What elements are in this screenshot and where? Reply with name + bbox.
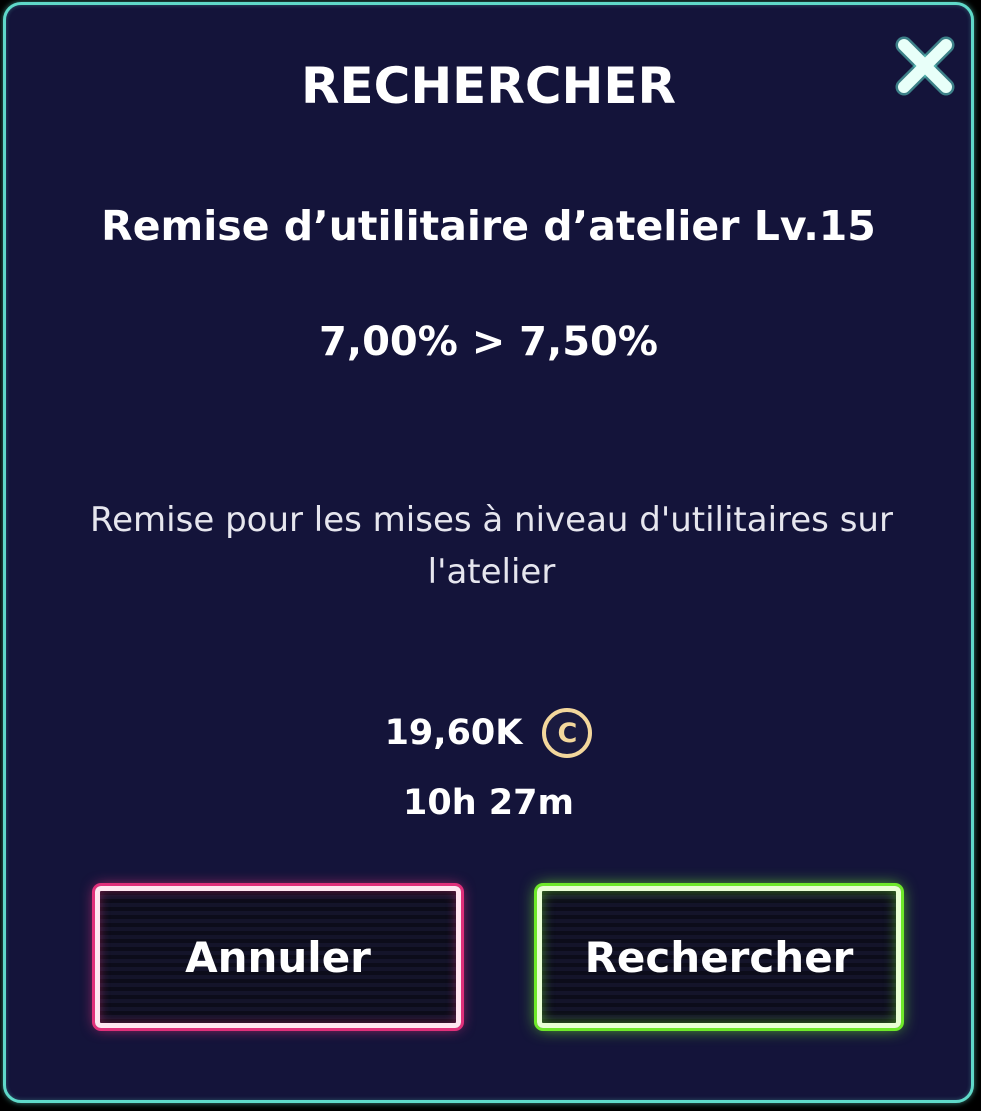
value-change: 7,00% > 7,50% <box>319 319 658 365</box>
upgrade-name: Remise d’utilitaire d’atelier Lv.15 <box>101 202 876 250</box>
coin-icon: C <box>542 708 593 758</box>
cancel-button[interactable]: Annuler <box>95 886 461 1028</box>
research-dialog: RECHERCHER Remise d’utilitaire d’atelier… <box>3 2 974 1103</box>
upgrade-description: Remise pour les mises à niveau d'utilita… <box>90 500 893 592</box>
research-button[interactable]: Rechercher <box>537 886 901 1028</box>
cost-amount: 19,60K <box>384 713 523 753</box>
cost-row: 19,60K C <box>6 705 971 761</box>
research-duration: 10h 27m <box>403 783 574 823</box>
dialog-title: RECHERCHER <box>300 57 677 115</box>
